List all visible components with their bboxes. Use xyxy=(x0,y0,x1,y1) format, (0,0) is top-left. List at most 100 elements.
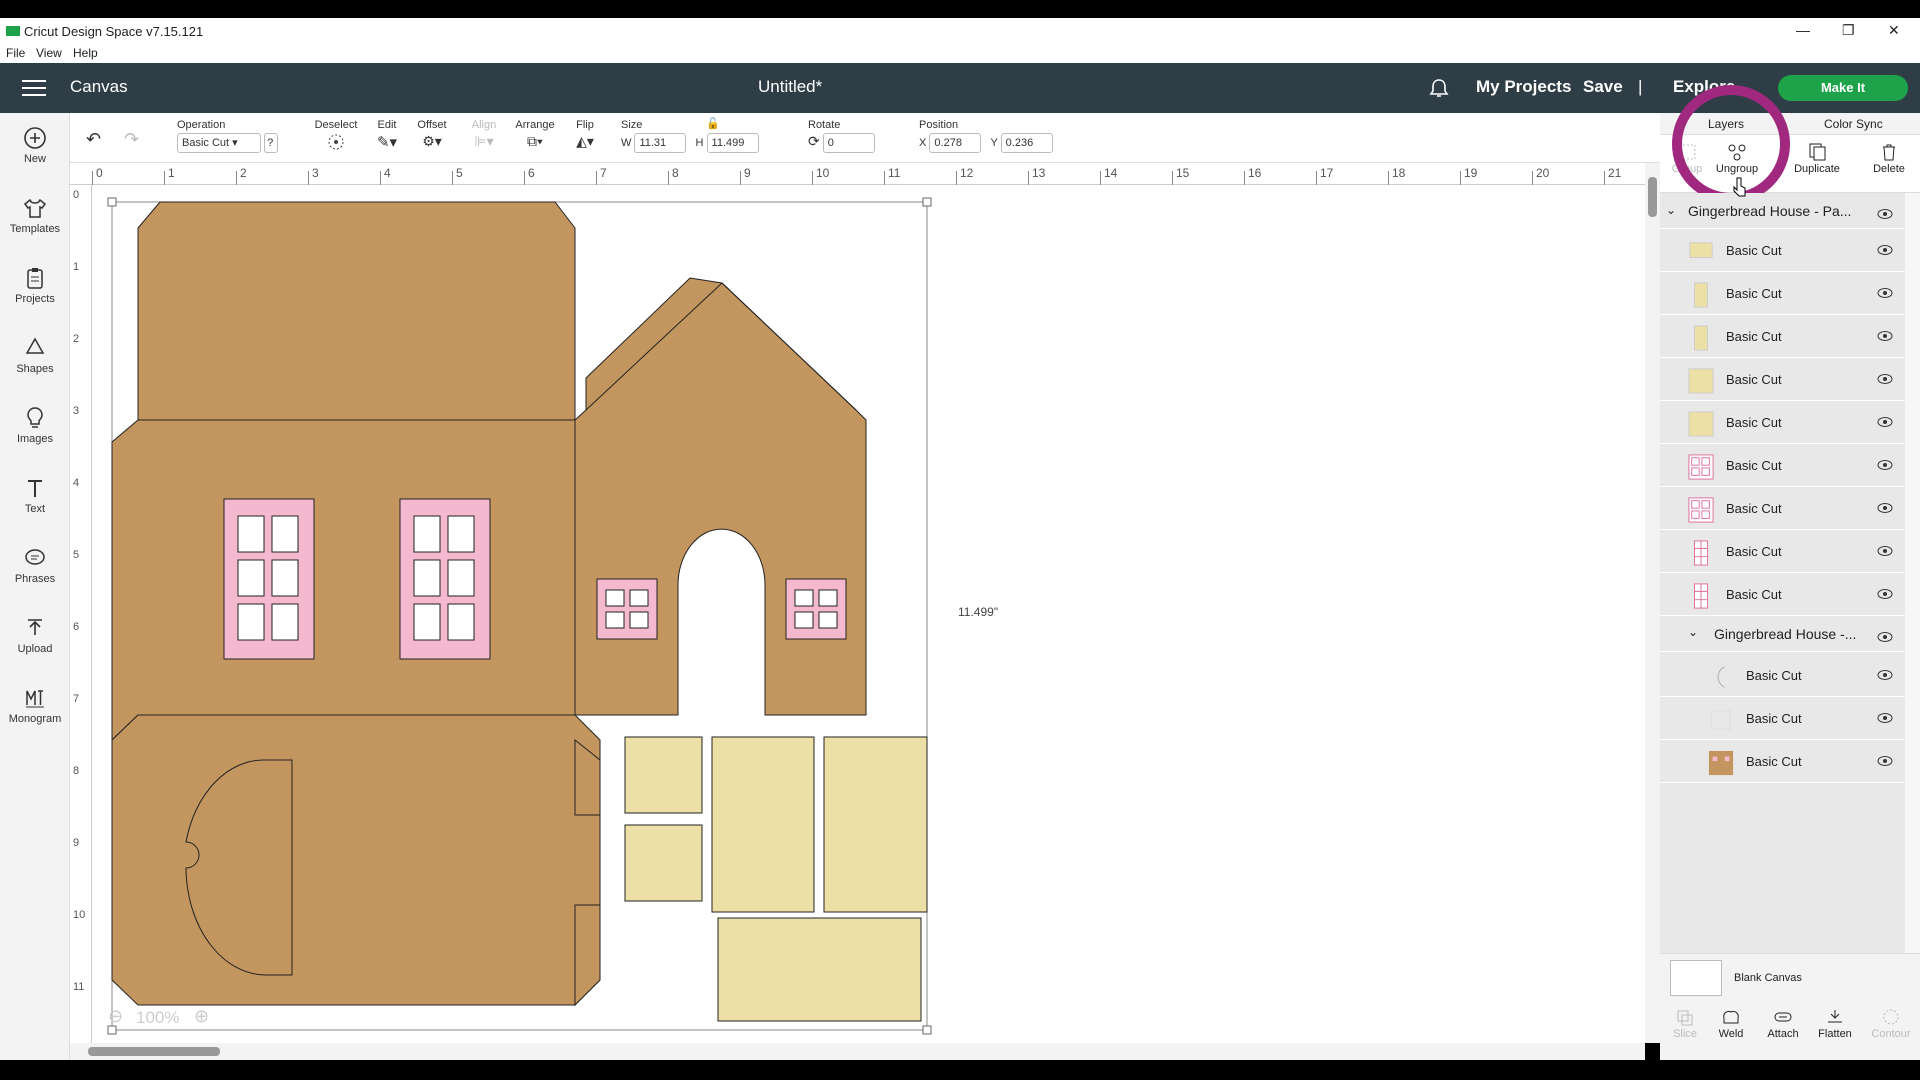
eye-icon[interactable] xyxy=(1877,373,1893,385)
eye-icon[interactable] xyxy=(1877,755,1893,767)
restore-button[interactable]: ❐ xyxy=(1842,22,1855,39)
layer-row[interactable]: Basic Cut xyxy=(1660,229,1905,272)
layer-group-row[interactable]: ⌄ Gingerbread House - Pa... xyxy=(1660,193,1905,229)
redo-icon[interactable]: ↷ xyxy=(124,129,139,150)
eye-icon[interactable] xyxy=(1877,459,1893,471)
pink-window-right[interactable] xyxy=(399,498,491,660)
operation-help-button[interactable]: ? xyxy=(264,133,279,153)
menu-view[interactable]: View xyxy=(36,46,62,60)
pink-window-left[interactable] xyxy=(223,498,315,660)
my-projects-button[interactable]: My Projects xyxy=(1476,77,1571,97)
rotate-input[interactable]: 0 xyxy=(822,133,875,153)
close-window-button[interactable]: ✕ xyxy=(1888,22,1900,39)
menu-help[interactable]: Help xyxy=(73,46,98,60)
height-dimension-label: 11.499" xyxy=(958,605,999,619)
eye-icon[interactable] xyxy=(1877,631,1893,643)
cream-tall-1[interactable] xyxy=(711,736,815,913)
width-input[interactable]: 11.31 xyxy=(634,133,687,153)
cream-tall-2[interactable] xyxy=(823,736,928,913)
delete-button[interactable]: Delete xyxy=(1864,143,1914,175)
undo-icon[interactable]: ↶ xyxy=(86,129,101,150)
chevron-down-icon[interactable]: ⌄ xyxy=(1666,203,1676,217)
y-input[interactable]: 0.236 xyxy=(1000,133,1053,153)
flatten-button[interactable]: Flatten xyxy=(1810,1008,1860,1040)
align-group[interactable]: Align ⊫▾ xyxy=(464,119,504,150)
tab-color-sync[interactable]: Color Sync xyxy=(1824,117,1883,131)
eye-icon[interactable] xyxy=(1877,416,1893,428)
layer-subgroup-row[interactable]: ⌄ Gingerbread House -... xyxy=(1660,616,1905,652)
cardboard-middle-panel[interactable] xyxy=(111,419,576,742)
edit-group[interactable]: Edit ✎▾ xyxy=(370,119,404,151)
offset-group[interactable]: Offset ⚙▾ xyxy=(412,119,452,150)
eye-icon[interactable] xyxy=(1877,208,1893,220)
nav-new[interactable]: New xyxy=(0,125,70,165)
layers-scrollbar[interactable] xyxy=(1905,193,1920,953)
cream-square-1[interactable] xyxy=(624,736,703,814)
layer-row[interactable]: Basic Cut xyxy=(1660,487,1905,530)
layer-row[interactable]: Basic Cut xyxy=(1660,272,1905,315)
attach-button[interactable]: Attach xyxy=(1758,1008,1808,1040)
eye-icon[interactable] xyxy=(1877,669,1893,681)
layer-row[interactable]: Basic Cut xyxy=(1660,401,1905,444)
operation-select[interactable]: Basic Cut ▾ xyxy=(177,133,261,153)
layer-row[interactable]: Basic Cut xyxy=(1660,740,1905,783)
eye-icon[interactable] xyxy=(1877,244,1893,256)
layer-row[interactable]: Basic Cut xyxy=(1660,358,1905,401)
zoom-in-icon[interactable]: ⊕ xyxy=(194,1006,209,1027)
horizontal-scroll-thumb[interactable] xyxy=(88,1047,220,1056)
arrange-group[interactable]: Arrange ⧉▾ xyxy=(512,119,558,150)
layer-row[interactable]: Basic Cut xyxy=(1660,697,1905,740)
weld-button[interactable]: Weld xyxy=(1706,1008,1756,1040)
nav-phrases[interactable]: Phrases xyxy=(0,545,70,585)
layer-row[interactable]: Basic Cut xyxy=(1660,444,1905,487)
slice-button[interactable]: Slice xyxy=(1660,1008,1710,1040)
blank-canvas-swatch[interactable] xyxy=(1670,960,1722,996)
contour-button[interactable]: Contour xyxy=(1866,1008,1916,1040)
vertical-scroll-thumb[interactable] xyxy=(1648,177,1657,217)
eye-icon[interactable] xyxy=(1877,330,1893,342)
nav-images[interactable]: Images xyxy=(0,405,70,445)
nav-projects[interactable]: Projects xyxy=(0,265,70,305)
vertical-scrollbar[interactable] xyxy=(1645,163,1660,1043)
duplicate-button[interactable]: Duplicate xyxy=(1792,143,1842,175)
small-pink-window-right[interactable] xyxy=(785,578,847,640)
hamburger-menu-icon[interactable] xyxy=(22,79,46,97)
small-pink-window-left[interactable] xyxy=(596,578,658,640)
bell-icon[interactable] xyxy=(1428,77,1450,99)
flip-group[interactable]: Flip ◭▾ xyxy=(568,119,602,150)
cream-square-2[interactable] xyxy=(624,824,703,902)
eye-icon[interactable] xyxy=(1877,588,1893,600)
lock-icon[interactable]: 🔓 xyxy=(706,117,720,130)
ruler-h-tick: 8 xyxy=(672,166,679,180)
chevron-down-icon[interactable]: ⌄ xyxy=(1688,625,1698,639)
make-it-button[interactable]: Make It xyxy=(1778,75,1908,101)
eye-icon[interactable] xyxy=(1877,545,1893,557)
cream-wide[interactable] xyxy=(717,917,922,1022)
layer-row[interactable]: Basic Cut xyxy=(1660,530,1905,573)
left-wall-panel[interactable] xyxy=(111,201,601,1006)
eye-icon[interactable] xyxy=(1877,712,1893,724)
layer-row[interactable]: Basic Cut xyxy=(1660,654,1905,697)
cardboard-top-panel[interactable] xyxy=(137,201,576,421)
height-input[interactable]: 11.499 xyxy=(706,133,759,153)
horizontal-scrollbar[interactable] xyxy=(70,1043,1645,1060)
menu-file[interactable]: File xyxy=(6,46,25,60)
nav-shapes[interactable]: Shapes xyxy=(0,335,70,375)
eye-icon[interactable] xyxy=(1877,287,1893,299)
x-input[interactable]: 0.278 xyxy=(929,133,982,153)
save-button[interactable]: Save xyxy=(1583,77,1623,97)
deselect-group[interactable]: Deselect xyxy=(314,119,358,154)
zoom-out-icon[interactable]: ⊖ xyxy=(108,1006,123,1027)
nav-upload[interactable]: Upload xyxy=(0,615,70,655)
nav-text[interactable]: Text xyxy=(0,475,70,515)
layer-row[interactable]: Basic Cut xyxy=(1660,315,1905,358)
nav-templates[interactable]: Templates xyxy=(0,195,70,235)
eye-icon[interactable] xyxy=(1877,502,1893,514)
cardboard-bottom-panel[interactable] xyxy=(111,714,601,1006)
layer-row[interactable]: Basic Cut xyxy=(1660,573,1905,616)
minimize-button[interactable]: — xyxy=(1796,22,1810,38)
nav-monogram[interactable]: Monogram xyxy=(0,685,70,725)
design-canvas[interactable] xyxy=(92,185,1645,1060)
layer-thumbnail xyxy=(1688,497,1714,523)
edit-toolbar: ↶ ↷ Operation Basic Cut ▾ ? Deselect Edi… xyxy=(70,113,1660,163)
